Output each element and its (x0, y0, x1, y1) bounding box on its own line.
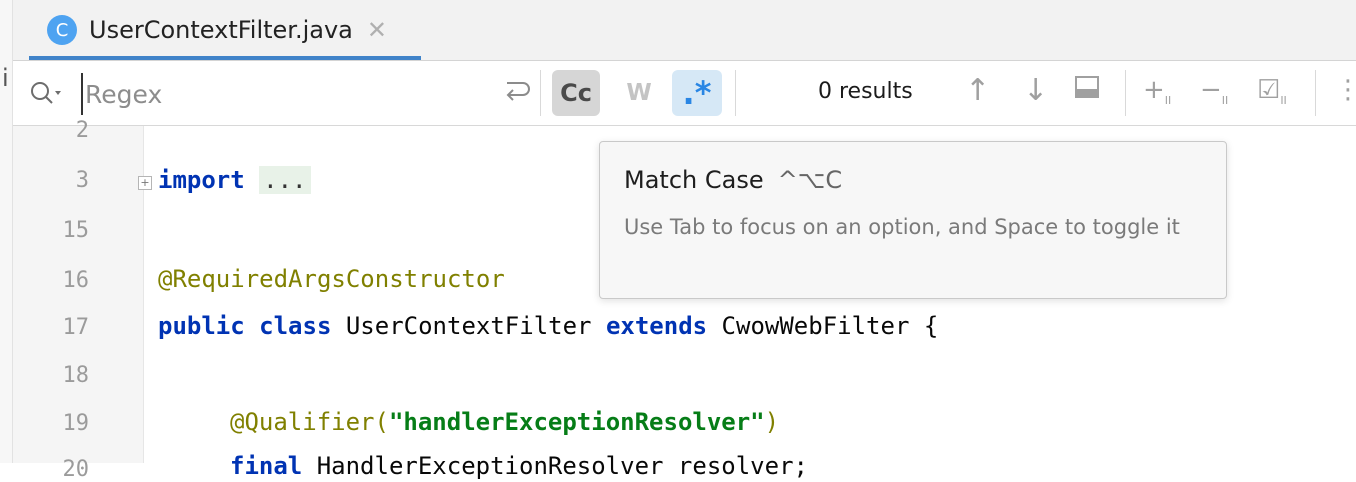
code-line-3: import ... (158, 166, 311, 194)
tooltip-title-row: Match Case ^⌥C (624, 166, 842, 194)
arrow-up-icon[interactable]: ↑ (965, 73, 990, 108)
fold-expand-icon[interactable]: + (138, 176, 152, 190)
qualifier-annotation: @Qualifier( (230, 408, 389, 436)
left-tool-strip: i (0, 0, 13, 463)
java-class-icon: C (47, 15, 77, 45)
line-number: 2 (75, 118, 89, 143)
code-line-17: public class UserContextFilter extends C… (158, 312, 938, 340)
newline-icon[interactable] (501, 75, 533, 114)
more-options-icon[interactable]: ⋮ (1335, 75, 1356, 105)
field-declaration: HandlerExceptionResolver resolver; (302, 452, 808, 480)
line-number: 15 (62, 218, 90, 243)
search-input[interactable] (81, 73, 477, 115)
tooltip-title: Match Case (624, 166, 764, 194)
close-icon[interactable]: ✕ (367, 16, 387, 44)
import-keyword: import (158, 166, 245, 194)
arrow-down-icon[interactable]: ↓ (1023, 73, 1048, 108)
divider (1125, 70, 1126, 116)
tooltip-shortcut: ^⌥C (777, 166, 843, 194)
line-number: 3 (75, 168, 89, 193)
line-number: 16 (62, 268, 90, 293)
match-case-tooltip: Match Case ^⌥C Use Tab to focus on an opt… (599, 141, 1227, 299)
search-history-icon[interactable] (29, 79, 81, 109)
line-number: 20 (62, 457, 90, 482)
class-name: UserContextFilter (331, 312, 606, 340)
line-number: 19 (62, 411, 90, 436)
results-count: 0 results (818, 79, 913, 104)
tab-user-context-filter[interactable]: C UserContextFilter.java ✕ (29, 0, 421, 60)
folded-imports[interactable]: ... (259, 166, 311, 194)
tooltip-description: Use Tab to focus on an option, and Space… (624, 215, 1180, 239)
line-number: 17 (62, 315, 90, 340)
select-all-occurrences-icon[interactable] (1073, 73, 1101, 109)
tab-label: UserContextFilter.java (89, 16, 353, 44)
left-edge-mark: i (2, 64, 9, 92)
code-line-16: @RequiredArgsConstructor (158, 265, 505, 293)
editor-tab-bar: C UserContextFilter.java ✕ (13, 0, 1356, 61)
code-line-20: final HandlerExceptionResolver resolver; (230, 452, 808, 480)
divider (540, 70, 541, 116)
add-occurrence-icon[interactable]: +II (1143, 75, 1171, 107)
regex-button[interactable]: .* (672, 70, 722, 116)
words-button[interactable]: W (617, 70, 661, 116)
match-case-button[interactable]: Cc (552, 70, 600, 116)
class-keyword: class (259, 312, 332, 340)
find-bar: Cc W .* 0 results ↑ ↓ +II −II ☑II ⋮ (13, 61, 1356, 126)
qualifier-close: ) (764, 408, 780, 436)
toggle-occurrence-icon[interactable]: ☑II (1257, 75, 1287, 107)
annotation-text: @RequiredArgsConstructor (158, 265, 505, 293)
remove-occurrence-icon[interactable]: −II (1200, 75, 1228, 107)
divider (1315, 70, 1316, 116)
public-keyword: public (158, 312, 245, 340)
superclass-name: CwowWebFilter { (707, 312, 939, 340)
string-literal: "handlerExceptionResolver" (388, 408, 765, 436)
divider (735, 70, 736, 116)
line-number: 18 (62, 363, 90, 388)
final-keyword: final (230, 452, 303, 480)
code-line-19: @Qualifier("handlerExceptionResolver") (230, 408, 779, 436)
extends-keyword: extends (605, 312, 708, 340)
line-number-gutter: 2 3 15 16 17 18 19 20 (13, 118, 144, 482)
